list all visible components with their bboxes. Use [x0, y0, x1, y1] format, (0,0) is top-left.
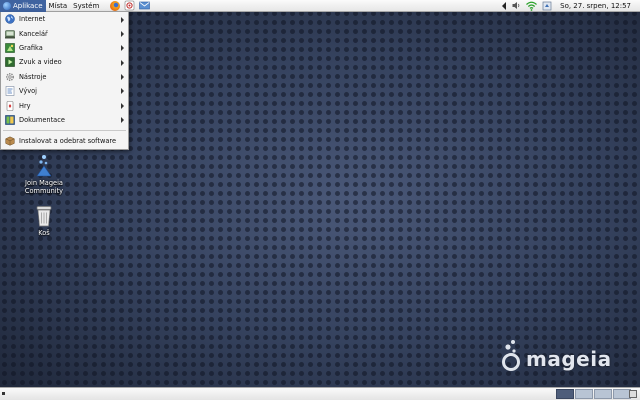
office-icon	[5, 29, 15, 39]
workspace-1[interactable]	[556, 389, 574, 399]
firefox-launcher[interactable]	[109, 0, 120, 11]
menu-system[interactable]: Systém	[70, 0, 102, 12]
update-icon[interactable]	[542, 1, 552, 11]
clock[interactable]: So, 27. srpen, 12:57	[557, 2, 634, 10]
volume-icon[interactable]	[512, 1, 521, 10]
documentation-icon	[5, 115, 15, 125]
submenu-arrow-icon	[121, 102, 124, 109]
submenu-arrow-icon	[121, 59, 124, 66]
system-tray: So, 27. srpen, 12:57	[502, 0, 640, 12]
submenu-arrow-icon	[121, 30, 124, 37]
menu-mista[interactable]: Místa	[46, 0, 71, 12]
submenu-arrow-icon	[121, 16, 124, 23]
menu-item-label: Vývoj	[19, 87, 38, 96]
desktop-icon-label-line2: Community	[24, 187, 64, 195]
menu-item-label: Internet	[19, 15, 46, 24]
firefox-icon	[109, 0, 120, 11]
wifi-icon[interactable]	[526, 1, 538, 11]
menu-aplikace[interactable]: Aplikace	[0, 0, 46, 12]
mageia-community-icon	[36, 155, 52, 177]
mageia-menu-icon	[3, 1, 11, 10]
menu-item-label: Zvuk a video	[19, 58, 62, 67]
submenu-arrow-icon	[121, 74, 124, 81]
show-desktop-icon[interactable]	[2, 392, 5, 395]
trash-icon	[36, 206, 52, 227]
menu-item-label: Dokumentace	[19, 115, 65, 124]
menu-item-label: Grafika	[19, 43, 43, 52]
menu-item-vyvoj[interactable]: Vývoj	[1, 84, 128, 98]
games-icon	[5, 100, 15, 111]
workspace-2[interactable]	[575, 389, 593, 399]
bottom-panel	[0, 387, 640, 400]
menu-item-label: Instalovat a odebrat software	[19, 137, 117, 146]
submenu-arrow-icon	[121, 117, 124, 124]
network-arrow-icon[interactable]	[502, 1, 507, 10]
desktop-icon-label-line1: Join Mageia	[25, 179, 63, 187]
applications-menu: Internet Kancelář Grafika Zvuk a video N…	[0, 12, 129, 150]
multimedia-icon	[5, 57, 15, 68]
desktop-icon-trash[interactable]: Koš	[19, 205, 69, 237]
menu-mista-label: Místa	[48, 1, 68, 10]
workspace-switcher	[556, 389, 631, 399]
menu-item-label: Hry	[19, 101, 31, 110]
mageia-logo: mageia	[500, 339, 612, 371]
graphics-icon	[5, 43, 15, 53]
development-icon	[5, 86, 15, 96]
menu-separator	[3, 130, 126, 132]
mageia-wordmark: mageia	[526, 347, 612, 371]
submenu-arrow-icon	[121, 88, 124, 95]
accessibility-launcher[interactable]	[124, 0, 135, 11]
menu-system-label: Systém	[73, 1, 100, 10]
mageia-cauldron-icon	[500, 339, 522, 371]
menu-item-install-software[interactable]: Instalovat a odebrat software	[1, 134, 128, 148]
desktop-icon-join-mageia[interactable]: Join Mageia Community	[19, 153, 69, 195]
menu-item-label: Kancelář	[19, 29, 48, 38]
mail-launcher[interactable]	[139, 0, 151, 11]
menu-item-internet[interactable]: Internet	[1, 12, 128, 26]
trash-applet-icon[interactable]	[629, 390, 637, 398]
menu-item-label: Nástroje	[19, 72, 47, 81]
accessibility-icon	[124, 0, 135, 11]
tools-icon	[5, 72, 15, 82]
workspace-3[interactable]	[594, 389, 612, 399]
menu-item-hry[interactable]: Hry	[1, 98, 128, 112]
top-panel: Aplikace Místa Systém So, 27. srpen, 12:…	[0, 0, 640, 12]
desktop-icon-label: Koš	[38, 229, 50, 237]
menu-item-grafika[interactable]: Grafika	[1, 41, 128, 55]
menu-item-dokumentace[interactable]: Dokumentace	[1, 113, 128, 127]
menu-item-nastroje[interactable]: Nástroje	[1, 70, 128, 84]
launchers	[109, 0, 151, 11]
globe-icon	[5, 14, 15, 24]
menu-item-zvuk-a-video[interactable]: Zvuk a video	[1, 55, 128, 69]
menu-item-kancelar[interactable]: Kancelář	[1, 26, 128, 40]
package-icon	[5, 136, 15, 146]
submenu-arrow-icon	[121, 45, 124, 52]
mail-icon	[139, 1, 151, 10]
menu-aplikace-label: Aplikace	[13, 1, 43, 10]
